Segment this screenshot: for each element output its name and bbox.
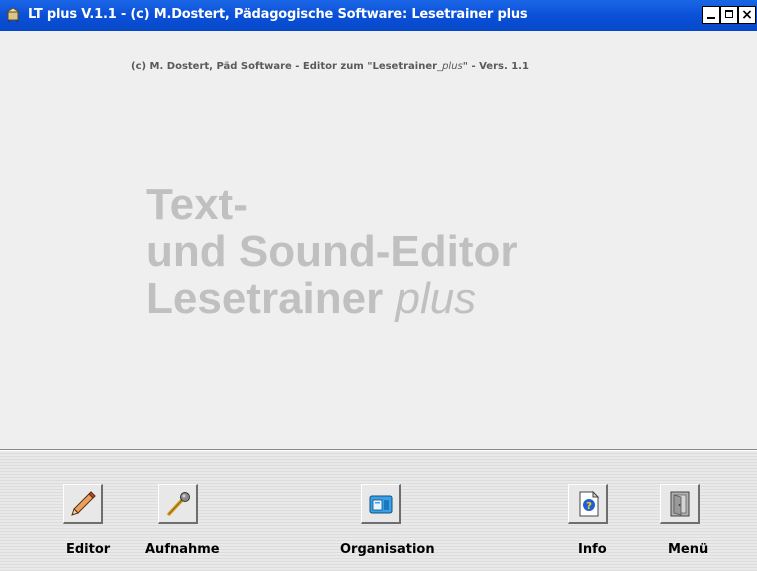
info-button[interactable]: ? Info — [560, 451, 620, 571]
subtitle-version: " - Vers. 1.1 — [462, 61, 529, 72]
close-button[interactable]: × — [738, 6, 756, 24]
menu-label: Menü — [668, 542, 709, 557]
info-label: Info — [578, 542, 607, 557]
headline: Text- und Sound-Editor Lesetrainer plus — [146, 181, 517, 322]
headline-line-2: und Sound-Editor — [146, 227, 518, 276]
svg-text:?: ? — [586, 501, 592, 512]
subtitle-plus: _plus — [437, 61, 463, 72]
aufnahme-button[interactable]: Aufnahme — [145, 451, 230, 571]
info-icon-button[interactable]: ? — [568, 484, 608, 524]
pencil-icon — [71, 491, 96, 516]
headline-line-1: Text- — [146, 180, 248, 229]
minimize-button[interactable] — [702, 6, 720, 24]
bottom-toolbar: Editor Aufnahme Organisation ? Info Menü — [0, 451, 757, 571]
minimize-icon — [707, 17, 715, 19]
folder-icon — [369, 495, 393, 514]
close-icon: × — [741, 7, 753, 23]
subtitle-text: (c) M. Dostert, Päd Software - Editor zu… — [131, 61, 438, 72]
editor-button[interactable]: Editor — [60, 451, 120, 571]
headline-line-3: Lesetrainer plus — [146, 275, 517, 322]
headline-lesetrainer: Lesetrainer — [146, 274, 396, 323]
maximize-button[interactable] — [720, 6, 738, 24]
headline-plus: plus — [395, 274, 477, 323]
microphone-icon — [167, 492, 190, 516]
maximize-icon — [725, 10, 733, 18]
organisation-button[interactable]: Organisation — [338, 451, 438, 571]
organisation-icon-button[interactable] — [361, 484, 401, 524]
aufnahme-label: Aufnahme — [145, 542, 220, 557]
menu-button[interactable]: Menü — [650, 451, 720, 571]
title-bar[interactable]: LT plus V.1.1 - (c) M.Dostert, Pädagogis… — [0, 0, 757, 31]
aufnahme-icon-button[interactable] — [158, 484, 198, 524]
help-document-icon: ? — [579, 490, 600, 517]
main-panel: (c) M. Dostert, Päd Software - Editor zu… — [0, 31, 757, 449]
copyright-subtitle: (c) M. Dostert, Päd Software - Editor zu… — [131, 61, 529, 72]
organisation-label: Organisation — [340, 542, 435, 557]
menu-icon-button[interactable] — [660, 484, 700, 524]
door-icon — [670, 491, 690, 517]
window-title: LT plus V.1.1 - (c) M.Dostert, Pädagogis… — [28, 7, 528, 22]
editor-label: Editor — [66, 542, 111, 557]
app-icon — [5, 7, 21, 23]
editor-icon-button[interactable] — [63, 484, 103, 524]
